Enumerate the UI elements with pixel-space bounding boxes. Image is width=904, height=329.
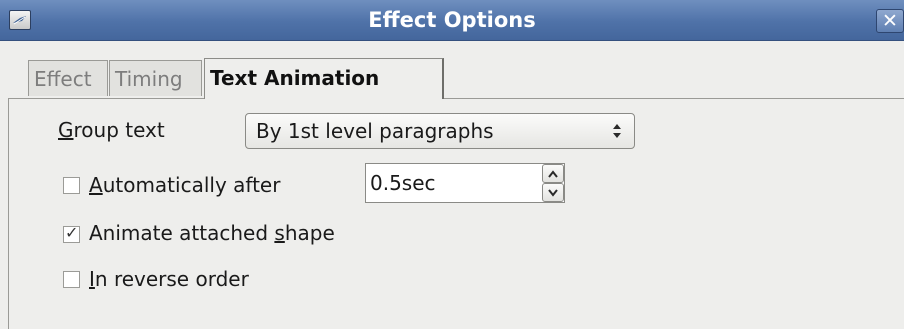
spin-down-button[interactable] <box>542 183 564 202</box>
animate-attached-shape-label[interactable]: Animate attached shape <box>89 221 335 245</box>
title-bar: Effect Options ✕ <box>0 0 904 41</box>
automatically-after-input[interactable]: 0.5sec <box>365 163 565 203</box>
dropdown-arrows-icon <box>612 122 622 140</box>
automatically-after-checkbox[interactable] <box>63 177 80 194</box>
automatically-after-mnemonic: A <box>89 173 103 197</box>
in-reverse-order-checkbox[interactable] <box>63 271 80 288</box>
close-button[interactable]: ✕ <box>876 9 904 33</box>
group-text-label-rest: roup text <box>73 118 165 142</box>
group-text-mnemonic: G <box>58 118 74 142</box>
close-icon: ✕ <box>882 10 898 32</box>
automatically-after-value: 0.5sec <box>370 171 436 195</box>
animate-attached-shape-label-rest: hape <box>284 221 335 245</box>
window-title: Effect Options <box>368 8 536 32</box>
tab-text-animation[interactable]: Text Animation <box>204 58 444 99</box>
checkmark-icon: ✓ <box>65 223 79 242</box>
automatically-after-label-rest: utomatically after <box>102 173 281 197</box>
tab-timing[interactable]: Timing <box>109 60 202 96</box>
spin-up-button[interactable] <box>542 164 564 183</box>
animate-attached-shape-mnemonic: s <box>274 221 285 245</box>
chevron-down-icon <box>548 189 558 197</box>
tab-effect[interactable]: Effect <box>28 60 108 96</box>
group-text-label: Group text <box>58 118 165 142</box>
animate-attached-shape-label-pre: Animate attached <box>89 221 275 245</box>
group-text-value: By 1st level paragraphs <box>256 119 494 143</box>
group-text-dropdown[interactable]: By 1st level paragraphs <box>245 113 635 149</box>
chevron-up-icon <box>548 170 558 178</box>
animate-attached-shape-checkbox[interactable]: ✓ <box>63 223 80 243</box>
in-reverse-order-label[interactable]: In reverse order <box>89 267 249 291</box>
automatically-after-label[interactable]: Automatically after <box>89 173 280 197</box>
in-reverse-order-label-rest: n reverse order <box>94 267 249 291</box>
